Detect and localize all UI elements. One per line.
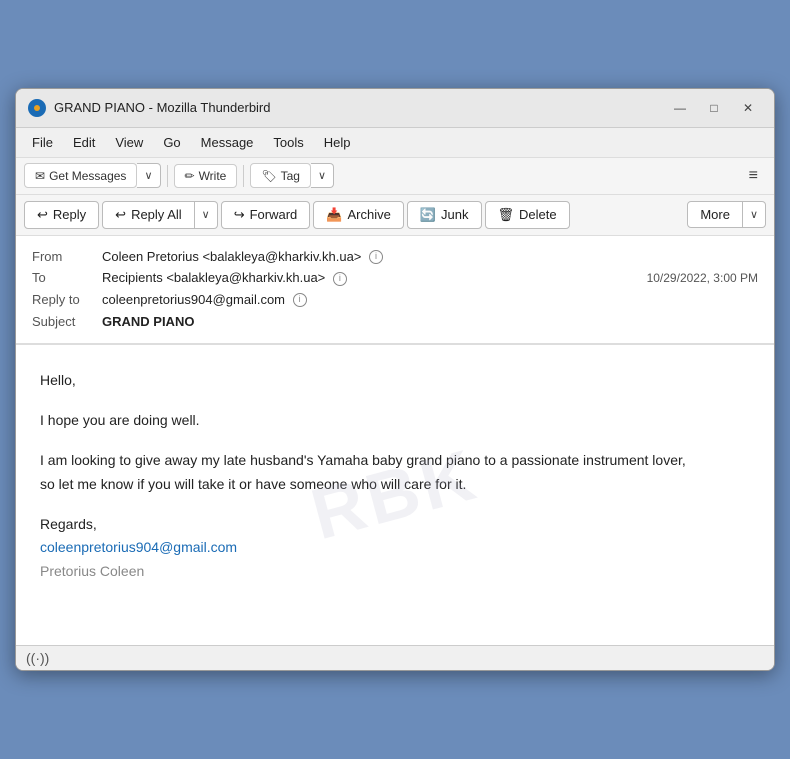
junk-icon: 🔄 [420, 207, 436, 223]
hamburger-menu-button[interactable]: ≡ [741, 163, 766, 189]
forward-button[interactable]: ↪ Forward [221, 201, 311, 229]
get-messages-label: Get Messages [49, 169, 126, 183]
get-messages-dropdown[interactable]: ∨ [137, 163, 160, 188]
tag-label: Tag [281, 169, 300, 183]
menu-view[interactable]: View [107, 132, 151, 153]
toolbar: ✉ Get Messages ∨ ✏ Write 🏷 Tag ∨ ≡ [16, 158, 774, 195]
toolbar-separator-2 [243, 165, 244, 187]
from-privacy-icon[interactable]: i [369, 250, 383, 264]
subject-row: Subject GRAND PIANO [32, 310, 758, 333]
action-bar: ↩ Reply ↩ Reply All ∨ ↪ Forward 📥 Archiv… [16, 195, 774, 236]
reply-all-dropdown[interactable]: ∨ [195, 201, 218, 229]
wifi-icon: ((·)) [26, 650, 49, 666]
email-body: RBK Hello, I hope you are doing well. I … [16, 345, 774, 645]
from-label: From [32, 249, 102, 264]
more-button[interactable]: More [687, 201, 743, 228]
more-label: More [700, 207, 730, 222]
archive-label: Archive [347, 207, 390, 222]
reply-to-email: coleenpretorius904@gmail.com [102, 292, 285, 307]
body-line2-3: I am looking to give away my late husban… [40, 449, 750, 497]
forward-label: Forward [250, 207, 298, 222]
thunderbird-window: GRAND PIANO - Mozilla Thunderbird — □ ✕ … [15, 88, 775, 672]
reply-icon: ↩ [37, 207, 48, 223]
menu-tools[interactable]: Tools [265, 132, 311, 153]
menu-bar: File Edit View Go Message Tools Help [16, 128, 774, 158]
delete-button[interactable]: 🗑 Delete [485, 201, 570, 229]
tag-button[interactable]: 🏷 Tag [250, 163, 311, 188]
to-name: Recipients [102, 270, 163, 285]
delete-label: Delete [519, 207, 557, 222]
delete-icon: 🗑 [498, 207, 515, 223]
close-button[interactable]: ✕ [734, 97, 762, 119]
regards-text: Regards, [40, 516, 97, 532]
body-line3: so let me know if you will take it or ha… [40, 476, 466, 492]
body-line1: I hope you are doing well. [40, 409, 750, 433]
window-controls: — □ ✕ [666, 97, 762, 119]
tag-icon: 🏷 [261, 169, 276, 183]
email-header: From Coleen Pretorius <balakleya@kharkiv… [16, 236, 774, 346]
menu-edit[interactable]: Edit [65, 132, 103, 153]
from-row: From Coleen Pretorius <balakleya@kharkiv… [32, 246, 758, 268]
get-messages-button[interactable]: ✉ Get Messages [24, 163, 137, 188]
signature-email-link[interactable]: coleenpretorius904@gmail.com [40, 539, 237, 555]
forward-icon: ↪ [234, 207, 245, 223]
to-row: To Recipients <balakleya@kharkiv.kh.ua> … [32, 267, 758, 289]
write-label: Write [199, 169, 227, 183]
maximize-button[interactable]: □ [700, 97, 728, 119]
body-line2: I am looking to give away my late husban… [40, 452, 686, 468]
menu-help[interactable]: Help [316, 132, 359, 153]
menu-file[interactable]: File [24, 132, 61, 153]
reply-all-button[interactable]: ↩ Reply All [102, 201, 194, 229]
to-privacy-icon[interactable]: i [333, 272, 347, 286]
body-greeting: Hello, [40, 369, 750, 393]
reply-label: Reply [53, 207, 86, 222]
reply-to-row: Reply to coleenpretorius904@gmail.com i [32, 289, 758, 311]
to-email: <balakleya@kharkiv.kh.ua> [166, 270, 325, 285]
junk-label: Junk [441, 207, 468, 222]
more-group: More ∨ [687, 201, 766, 228]
reply-all-icon: ↩ [115, 207, 126, 223]
from-email: <balakleya@kharkiv.kh.ua> [202, 249, 361, 264]
email-date: 10/29/2022, 3:00 PM [647, 271, 758, 285]
signature-name: Pretorius Coleen [40, 563, 144, 579]
reply-all-label: Reply All [131, 207, 182, 222]
reply-to-value: coleenpretorius904@gmail.com i [102, 292, 758, 308]
from-value: Coleen Pretorius <balakleya@kharkiv.kh.u… [102, 249, 758, 265]
reply-button[interactable]: ↩ Reply [24, 201, 99, 229]
more-dropdown[interactable]: ∨ [743, 201, 766, 228]
tag-group: 🏷 Tag ∨ [250, 163, 334, 188]
title-bar: GRAND PIANO - Mozilla Thunderbird — □ ✕ [16, 89, 774, 128]
archive-icon: 📥 [326, 207, 342, 223]
minimize-button[interactable]: — [666, 97, 694, 119]
menu-go[interactable]: Go [155, 132, 188, 153]
to-value: Recipients <balakleya@kharkiv.kh.ua> i [102, 270, 647, 286]
reply-all-group: ↩ Reply All ∨ [102, 201, 218, 229]
status-bar: ((·)) [16, 645, 774, 670]
archive-button[interactable]: 📥 Archive [313, 201, 404, 229]
write-button[interactable]: ✏ Write [174, 164, 238, 188]
tag-dropdown[interactable]: ∨ [311, 163, 334, 188]
window-title: GRAND PIANO - Mozilla Thunderbird [54, 100, 271, 115]
menu-message[interactable]: Message [193, 132, 262, 153]
body-regards: Regards, coleenpretorius904@gmail.com Pr… [40, 513, 750, 584]
to-label: To [32, 270, 102, 285]
subject-value: GRAND PIANO [102, 314, 758, 329]
toolbar-separator-1 [167, 165, 168, 187]
get-messages-group: ✉ Get Messages ∨ [24, 163, 161, 188]
app-icon [28, 99, 46, 117]
mail-icon: ✉ [35, 169, 45, 183]
from-name: Coleen Pretorius [102, 249, 199, 264]
junk-button[interactable]: 🔄 Junk [407, 201, 482, 229]
subject-label: Subject [32, 314, 102, 329]
subject-text: GRAND PIANO [102, 314, 194, 329]
title-bar-left: GRAND PIANO - Mozilla Thunderbird [28, 99, 271, 117]
write-icon: ✏ [185, 169, 195, 183]
reply-to-label: Reply to [32, 292, 102, 307]
reply-to-privacy-icon[interactable]: i [293, 293, 307, 307]
